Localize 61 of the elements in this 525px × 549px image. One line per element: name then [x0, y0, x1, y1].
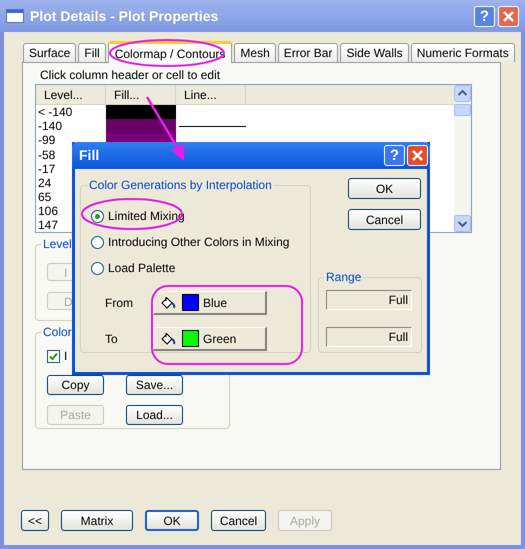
field-label: To	[104, 331, 119, 348]
radio-button[interactable]	[91, 236, 104, 248]
group-title: Color Generations by Interpolation	[88, 177, 273, 194]
window-icon	[6, 9, 24, 23]
button[interactable]: Copy	[47, 375, 104, 395]
button[interactable]: Load...	[126, 405, 183, 425]
dialog-title: Fill	[78, 146, 100, 165]
window-title: Plot Details - Plot Properties	[30, 6, 220, 26]
color-picker-button[interactable]: Blue	[153, 291, 267, 315]
scroll-up-icon	[454, 85, 471, 102]
scroll-down-icon	[454, 215, 471, 232]
range-field: Full	[326, 327, 412, 347]
hint-text: Click column header or cell to edit	[40, 67, 222, 84]
close-icon	[503, 10, 514, 22]
annotation-arrow	[146, 96, 184, 161]
tab[interactable]: Numeric Formats	[410, 43, 515, 62]
tab[interactable]: Fill	[78, 43, 106, 62]
radio-label: Load Palette	[108, 260, 176, 277]
group-title: Level	[42, 236, 73, 253]
tab[interactable]: Mesh	[234, 43, 276, 62]
table-cell: -17	[38, 162, 56, 176]
close-button[interactable]	[407, 145, 428, 166]
button[interactable]: OK	[145, 510, 199, 531]
table-cell: 65	[38, 190, 52, 204]
column-header[interactable]: Level...	[36, 85, 106, 104]
radio-button[interactable]	[91, 210, 104, 222]
radio-label: Introducing Other Colors in Mixing	[108, 234, 290, 251]
button[interactable]: <<	[21, 510, 49, 531]
button[interactable]: Cancel	[211, 510, 266, 531]
tab[interactable]: Surface	[23, 43, 76, 62]
radio-button[interactable]	[91, 262, 104, 274]
help-button[interactable]: ?	[384, 145, 405, 166]
column-header[interactable]: Fill...	[106, 85, 176, 104]
group-title: Color	[42, 324, 73, 341]
paint-bucket-icon	[160, 332, 176, 346]
table-cell: -140	[38, 119, 62, 134]
table-cell: 106	[38, 204, 58, 218]
field-label: From	[104, 295, 134, 312]
range-field: Full	[326, 290, 412, 310]
tab[interactable]: Side Walls	[340, 43, 409, 62]
paint-bucket-icon	[160, 296, 176, 310]
group-title: Range	[325, 269, 362, 286]
button[interactable]: OK	[348, 178, 421, 199]
button[interactable]: Cancel	[348, 209, 421, 230]
checkbox-label: I	[64, 348, 68, 365]
table-cell: -99	[38, 133, 56, 148]
table-cell: 24	[38, 176, 52, 190]
button[interactable]: Matrix	[61, 510, 133, 531]
close-button[interactable]	[498, 6, 519, 26]
color-picker-button[interactable]: Green	[153, 327, 267, 351]
table-cell: 147	[38, 218, 58, 232]
close-icon	[412, 150, 423, 161]
checkbox[interactable]	[47, 350, 60, 362]
column-header[interactable]: Line...	[176, 85, 246, 104]
scroll-thumb[interactable]	[454, 104, 471, 116]
tab[interactable]: Error Bar	[278, 43, 338, 62]
help-button[interactable]: ?	[474, 6, 495, 26]
table-cell: -58	[38, 148, 56, 162]
table-cell: < -140	[38, 105, 72, 120]
button[interactable]: Save...	[126, 375, 183, 395]
check-icon	[49, 352, 58, 360]
